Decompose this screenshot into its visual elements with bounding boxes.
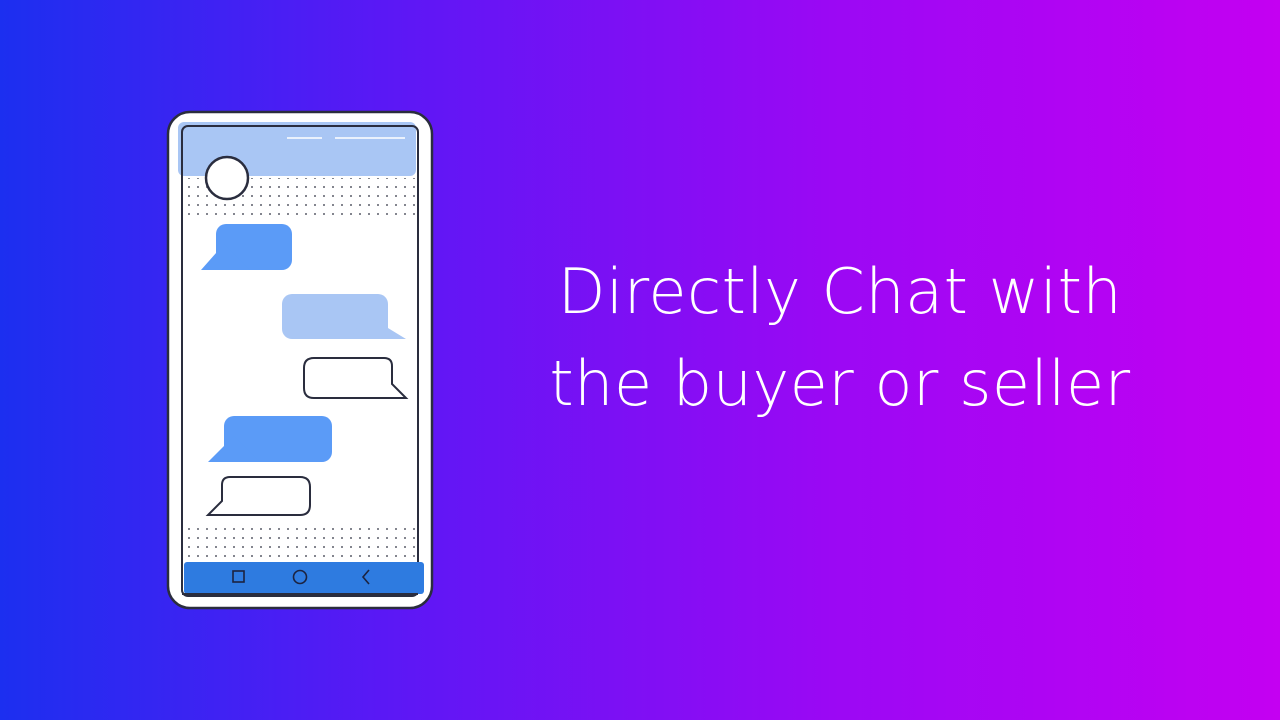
avatar-circle — [204, 155, 250, 201]
nav-bar — [184, 562, 424, 594]
dotted-texture-bottom — [184, 528, 416, 562]
headline: Directly Chat with the buyer or seller — [530, 246, 1150, 430]
phone-chat-illustration — [166, 110, 434, 610]
chat-bubble-incoming-2 — [208, 416, 332, 462]
chat-bubble-outgoing-1 — [282, 294, 406, 339]
chat-bubble-outgoing-2 — [303, 357, 409, 399]
chat-bubble-incoming-3 — [205, 476, 311, 516]
headline-line-1: Directly Chat with — [557, 255, 1123, 328]
headline-line-2: the buyer or seller — [549, 347, 1131, 420]
